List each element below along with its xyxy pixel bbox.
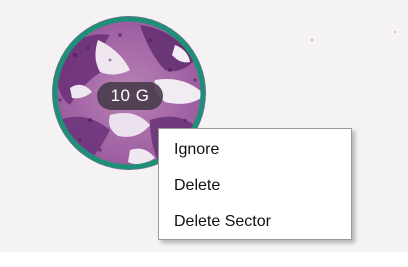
- bottom-margin: [0, 252, 408, 267]
- menu-item-ignore[interactable]: Ignore: [174, 136, 219, 164]
- slide-viewer[interactable]: 10 G Ignore Delete Delete Sector: [0, 0, 408, 267]
- menu-item-delete[interactable]: Delete: [174, 172, 220, 200]
- core-id-badge: 10 G: [97, 82, 163, 110]
- context-menu: Ignore Delete Delete Sector: [158, 128, 352, 240]
- menu-item-delete-sector[interactable]: Delete Sector: [174, 208, 271, 236]
